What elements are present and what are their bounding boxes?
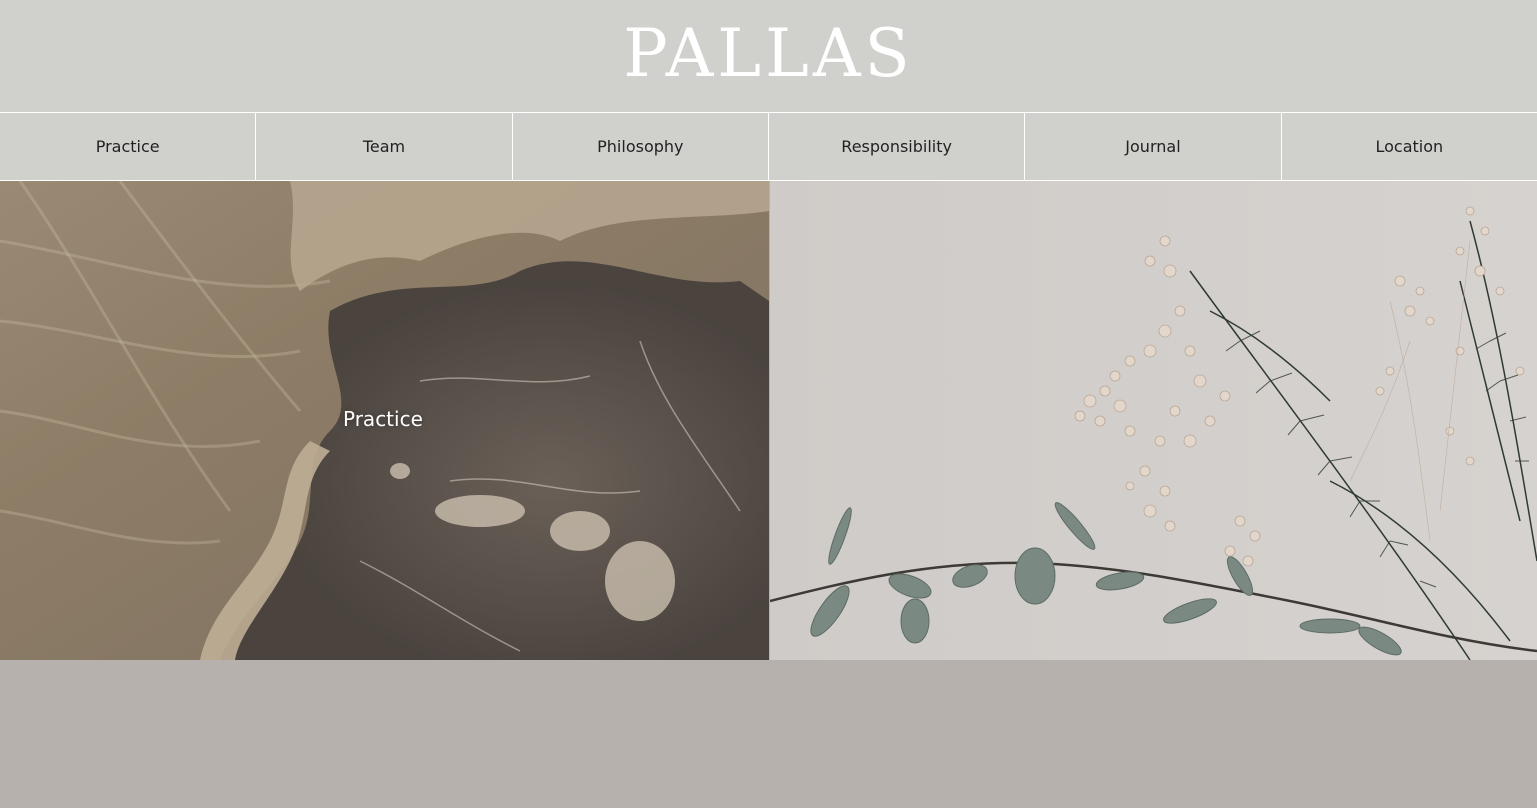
flowers-panel <box>770 181 1537 660</box>
site-header: PALLAS <box>0 0 1537 112</box>
nav-item-location[interactable]: Location <box>1282 113 1537 180</box>
nav-item-team[interactable]: Team <box>256 113 513 180</box>
nav-item-philosophy[interactable]: Philosophy <box>513 113 769 180</box>
practice-panel[interactable]: Practice <box>0 181 769 660</box>
site-logo[interactable]: PALLAS <box>0 14 1537 94</box>
dried-flowers-image <box>770 181 1537 660</box>
lower-section <box>0 660 1537 808</box>
practice-panel-label: Practice <box>343 407 423 431</box>
main-nav: Practice Team Philosophy Responsibility … <box>0 112 1537 181</box>
nav-item-journal[interactable]: Journal <box>1025 113 1282 180</box>
nav-item-practice[interactable]: Practice <box>0 113 257 180</box>
nav-item-responsibility[interactable]: Responsibility <box>769 113 1026 180</box>
